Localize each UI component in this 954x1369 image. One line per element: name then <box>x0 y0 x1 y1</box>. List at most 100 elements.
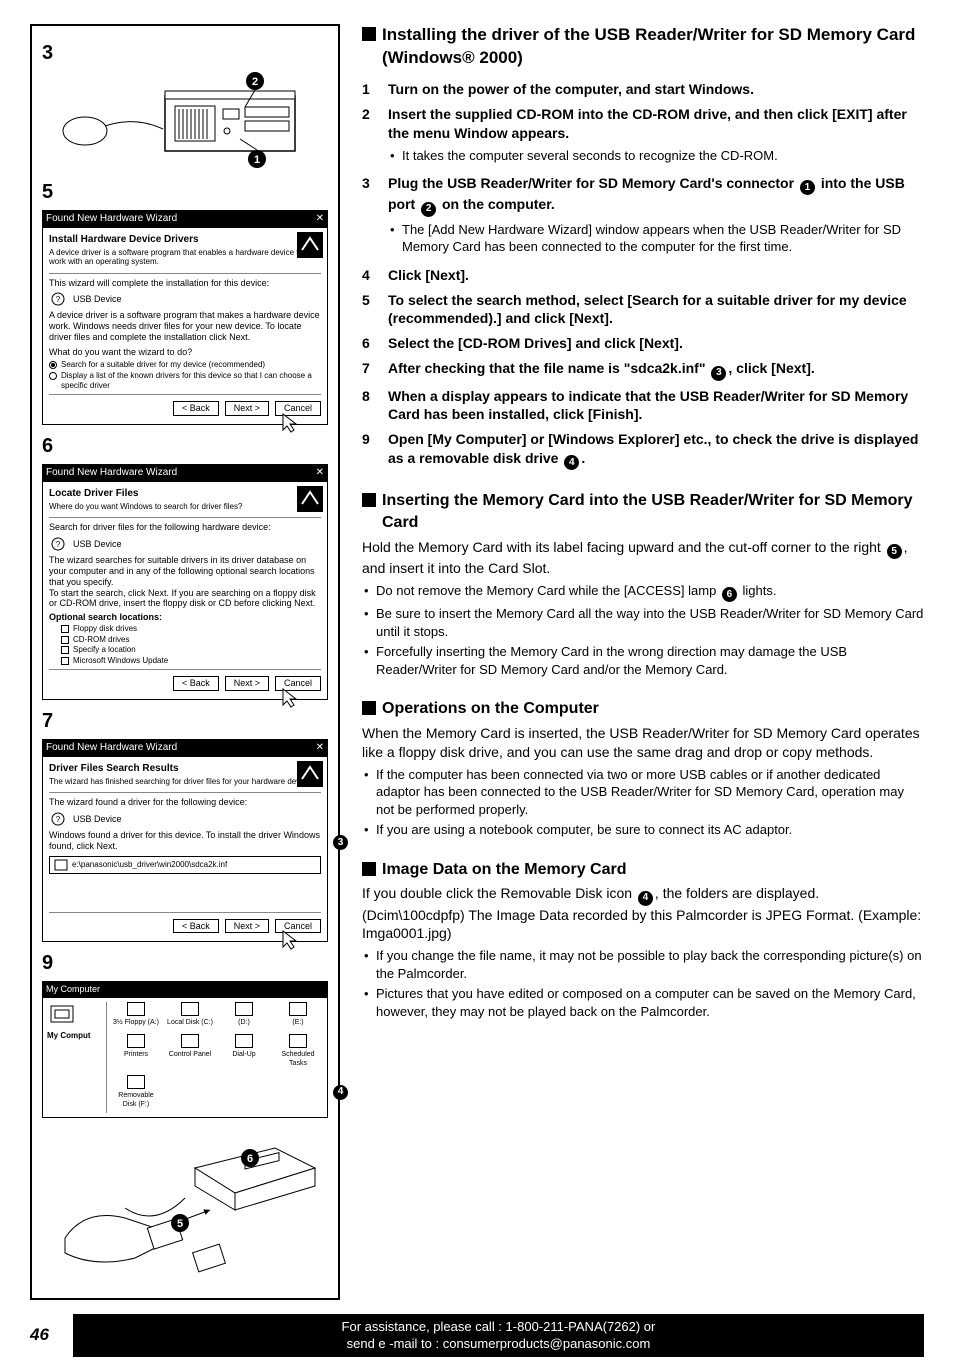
svg-text:6: 6 <box>247 1153 253 1165</box>
explorer-item[interactable]: (D:) <box>219 1002 269 1030</box>
radio-list[interactable] <box>49 372 57 380</box>
step-item: 5To select the search method, select [Se… <box>362 291 924 329</box>
step-item: 9Open [My Computer] or [Windows Explorer… <box>362 430 924 470</box>
svg-text:?: ? <box>56 815 61 824</box>
cb-floppy[interactable] <box>61 625 69 633</box>
wizard-5-sub: A device driver is a software program th… <box>49 248 321 267</box>
section-2-bullets: Do not remove the Memory Card while the … <box>362 582 924 678</box>
wizard-5-line1: This wizard will complete the installati… <box>49 278 321 289</box>
illustration-column: 3 2 1 <box>30 24 340 1300</box>
section-3-para: When the Memory Card is inserted, the US… <box>362 724 924 762</box>
section-4-bullets: If you change the file name, it may not … <box>362 947 924 1020</box>
wizard-7-title: Found New Hardware Wizard <box>46 741 177 755</box>
wizard-7-sub: The wizard has finished searching for dr… <box>49 777 321 787</box>
figure-3-device: 2 1 <box>42 71 328 171</box>
back-button[interactable]: < Back <box>173 401 219 416</box>
cursor-icon <box>281 687 299 709</box>
step-item: 1Turn on the power of the computer, and … <box>362 80 924 99</box>
section-4-para: If you double click the Removable Disk i… <box>362 884 924 943</box>
usb-icon: ? <box>49 812 67 826</box>
sd-insert-figure: 6 5 <box>42 1128 328 1278</box>
cb-update[interactable] <box>61 657 69 665</box>
explorer-window: My Computer My Comput 3½ Floppy (A:)Loca… <box>42 981 328 1117</box>
callout-5: 5 <box>887 544 902 559</box>
assistance-footer: For assistance, please call : 1-800-211-… <box>73 1314 924 1357</box>
callout-4: 4 <box>333 1085 348 1100</box>
wizard-7-heading: Driver Files Search Results <box>49 763 321 775</box>
svg-text:?: ? <box>56 295 61 304</box>
explorer-item[interactable]: Printers <box>111 1034 161 1071</box>
file-icon <box>54 859 68 871</box>
wizard-6-line2: The wizard searches for suitable drivers… <box>49 555 321 587</box>
cb-cdrom[interactable] <box>61 636 69 644</box>
explorer-item[interactable]: Local Disk (C:) <box>165 1002 215 1030</box>
wizard-6-sub: Where do you want Windows to search for … <box>49 502 321 512</box>
section-3-title: Operations on the Computer <box>362 698 924 720</box>
wizard-6-heading: Locate Driver Files <box>49 488 321 500</box>
figure-number-5: 5 <box>42 179 328 206</box>
wizard-dialog-6: Found New Hardware Wizard✕ Locate Driver… <box>42 464 328 700</box>
usb-icon: ? <box>49 292 67 306</box>
figure-number-3: 3 <box>42 40 328 67</box>
wizard-7-line1: The wizard found a driver for the follow… <box>49 797 321 808</box>
wizard-5-question: What do you want the wizard to do? <box>49 347 321 358</box>
wizard-6-title: Found New Hardware Wizard <box>46 466 177 480</box>
wizard-icon <box>297 232 323 258</box>
cb-specify[interactable] <box>61 646 69 654</box>
svg-text:1: 1 <box>254 154 260 166</box>
wizard-6-opt: Optional search locations: <box>49 612 321 623</box>
step-item: 4Click [Next]. <box>362 266 924 285</box>
wizard-5-usb: USB Device <box>73 294 122 305</box>
wizard-dialog-7: Found New Hardware Wizard✕ Driver Files … <box>42 739 328 942</box>
square-bullet-icon <box>362 701 376 715</box>
explorer-item[interactable]: Dial-Up <box>219 1034 269 1071</box>
back-button[interactable]: < Back <box>173 676 219 691</box>
square-bullet-icon <box>362 862 376 876</box>
step-item: 6Select the [CD-ROM Drives] and click [N… <box>362 334 924 353</box>
my-computer-icon <box>47 1002 77 1028</box>
wizard-icon <box>297 486 323 512</box>
explorer-item[interactable]: Control Panel <box>165 1034 215 1071</box>
callout-3: 3 <box>333 835 348 850</box>
step-item: 2Insert the supplied CD-ROM into the CD-… <box>362 105 924 168</box>
section-2-title: Inserting the Memory Card into the USB R… <box>362 490 924 533</box>
text-column: Installing the driver of the USB Reader/… <box>362 24 924 1300</box>
explorer-title: My Computer <box>42 981 328 997</box>
svg-text:5: 5 <box>177 1218 183 1230</box>
square-bullet-icon <box>362 27 376 41</box>
my-computer-label: My Comput <box>47 1031 102 1042</box>
explorer-item[interactable]: 3½ Floppy (A:) <box>111 1002 161 1030</box>
wizard-6-usb: USB Device <box>73 539 122 550</box>
section-4-title: Image Data on the Memory Card <box>362 859 924 881</box>
install-steps: 1Turn on the power of the computer, and … <box>362 80 924 471</box>
square-bullet-icon <box>362 493 376 507</box>
explorer-item[interactable]: Scheduled Tasks <box>273 1034 323 1071</box>
wizard-6-line3: To start the search, click Next. If you … <box>49 588 321 610</box>
section-2-para: Hold the Memory Card with its label faci… <box>362 538 924 578</box>
callout-4b: 4 <box>638 891 653 906</box>
step-item: 3Plug the USB Reader/Writer for SD Memor… <box>362 174 924 260</box>
explorer-item[interactable]: Removable Disk (F:) <box>111 1075 161 1112</box>
back-button[interactable]: < Back <box>173 919 219 934</box>
figure-number-7: 7 <box>42 708 328 735</box>
cursor-icon <box>281 412 299 434</box>
section-3-bullets: If the computer has been connected via t… <box>362 766 924 839</box>
svg-text:?: ? <box>56 540 61 549</box>
usb-icon: ? <box>49 537 67 551</box>
wizard-5-title: Found New Hardware Wizard <box>46 212 177 226</box>
figure-number-6: 6 <box>42 433 328 460</box>
step-item: 8When a display appears to indicate that… <box>362 387 924 425</box>
wizard-dialog-5: Found New Hardware Wizard✕ Install Hardw… <box>42 210 328 425</box>
radio-search[interactable] <box>49 361 57 369</box>
step-item: 7After checking that the file name is "s… <box>362 359 924 380</box>
wizard-5-line2: A device driver is a software program th… <box>49 310 321 342</box>
next-button[interactable]: Next > <box>225 401 269 416</box>
explorer-item[interactable]: (E:) <box>273 1002 323 1030</box>
svg-text:2: 2 <box>252 76 258 88</box>
cursor-icon <box>281 929 299 951</box>
next-button[interactable]: Next > <box>225 676 269 691</box>
figure-number-9: 9 <box>42 950 328 977</box>
next-button[interactable]: Next > <box>225 919 269 934</box>
wizard-6-line1: Search for driver files for the followin… <box>49 522 321 533</box>
wizard-5-heading: Install Hardware Device Drivers <box>49 234 321 246</box>
